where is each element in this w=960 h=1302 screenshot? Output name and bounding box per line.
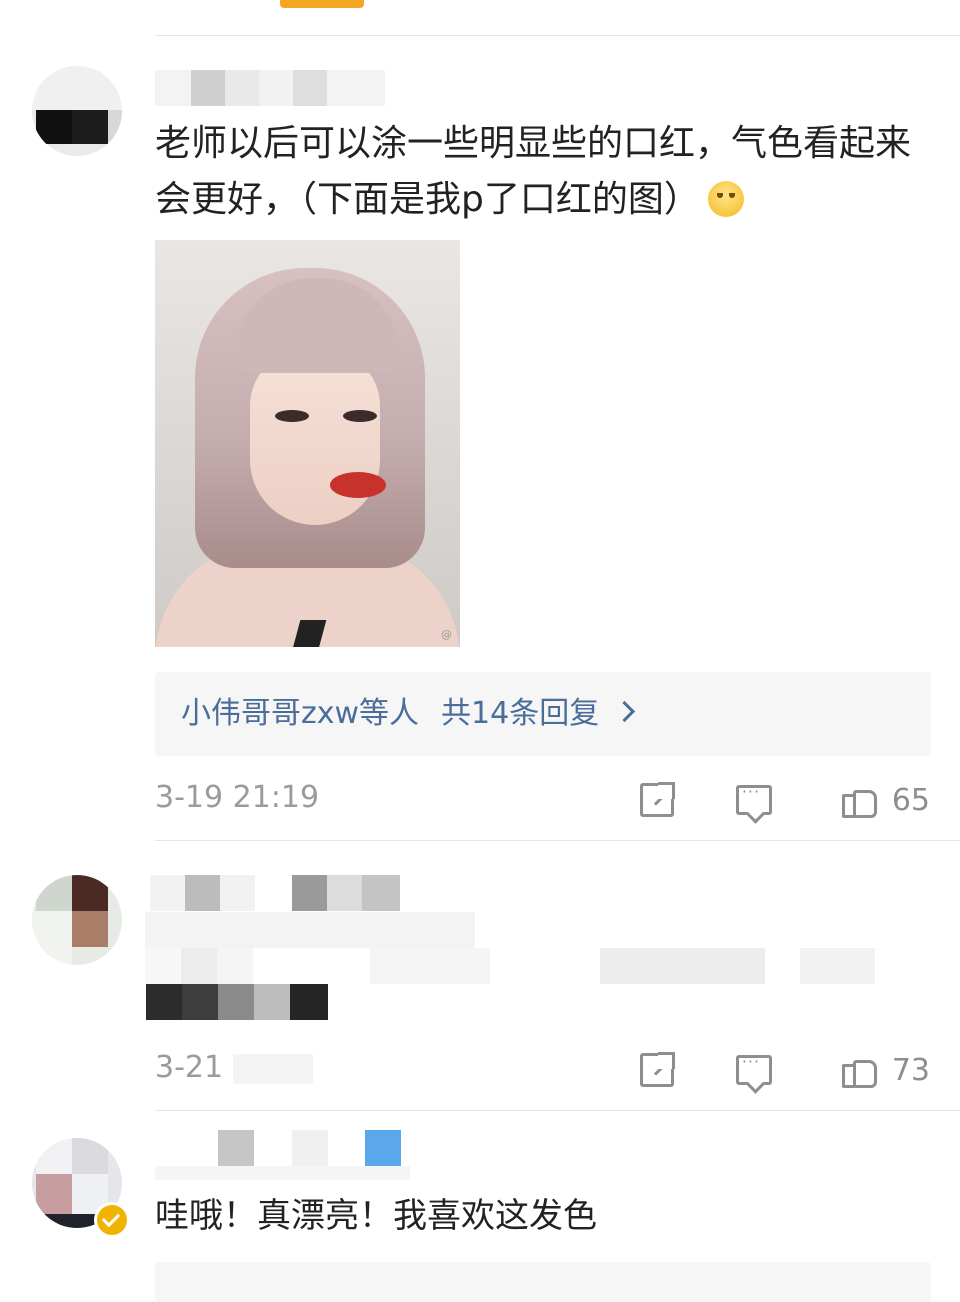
like-icon[interactable] xyxy=(841,1052,878,1088)
timestamp: 3-21 xyxy=(155,1050,224,1085)
divider xyxy=(155,35,960,36)
comment-text: 老师以后可以涂一些明显些的口红，气色看起来会更好，（下面是我p了口红的图） xyxy=(155,123,912,220)
comment-icon[interactable] xyxy=(735,1052,772,1085)
replies-preview[interactable]: 小伟哥哥zxw等人 共14条回复 xyxy=(155,672,931,756)
comment-image[interactable]: @ xyxy=(155,240,460,647)
like-count: 73 xyxy=(891,1052,930,1088)
username-blurred[interactable] xyxy=(155,70,385,106)
replies-count: 共14条回复 xyxy=(441,696,600,731)
verified-badge-icon xyxy=(94,1202,130,1238)
comment-meta: 3-19 21:19 65 xyxy=(155,780,930,820)
like-count: 65 xyxy=(891,782,930,818)
timestamp: 3-19 21:19 xyxy=(155,780,320,815)
replies-users: 小伟哥哥zxw等人 xyxy=(181,696,420,731)
like-icon[interactable] xyxy=(841,782,878,818)
share-icon[interactable] xyxy=(639,1052,675,1087)
comment-icon[interactable] xyxy=(735,782,772,815)
active-tab-indicator xyxy=(280,0,364,8)
divider xyxy=(155,840,960,841)
avatar[interactable] xyxy=(32,875,122,965)
comment-meta: 3-21 73 xyxy=(155,1050,930,1090)
comment-text: 哇哦！真漂亮！我喜欢这发色 xyxy=(155,1196,597,1236)
chevron-right-icon xyxy=(614,700,636,723)
image-watermark: @ xyxy=(441,628,452,641)
blush-emoji-icon xyxy=(707,181,744,217)
divider xyxy=(155,1110,960,1111)
share-icon[interactable] xyxy=(639,782,675,817)
avatar[interactable] xyxy=(32,66,122,156)
replies-preview[interactable] xyxy=(155,1262,931,1302)
